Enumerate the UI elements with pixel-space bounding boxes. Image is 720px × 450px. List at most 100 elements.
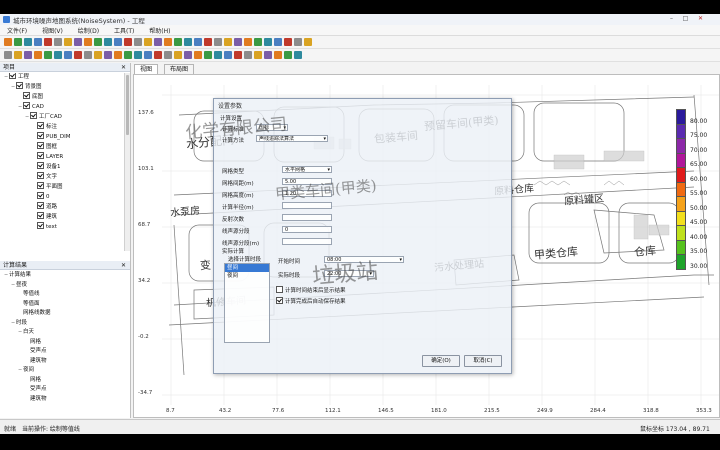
tree-item[interactable]: −昼夜 [11,281,27,289]
toolbar-button-icon[interactable] [4,38,12,46]
expand-icon[interactable]: − [25,113,29,121]
layer-checkbox[interactable] [37,172,44,179]
tree-item[interactable]: 底图 [18,92,43,101]
toolbar-button-icon[interactable] [4,51,12,59]
list-item[interactable]: 昼间 [225,264,269,272]
expand-icon[interactable]: − [4,73,8,81]
tree-item[interactable]: −白天 [18,328,34,336]
toolbar-button-icon[interactable] [24,51,32,59]
reflection-count-input[interactable] [282,214,332,221]
toolbar-button-icon[interactable] [144,51,152,59]
expand-icon[interactable]: − [11,319,15,327]
panel-close-icon[interactable]: ✕ [121,63,126,72]
tree-item[interactable]: 等值面 [18,300,40,308]
toolbar-button-icon[interactable] [164,38,172,46]
close-button[interactable]: ✕ [695,15,706,23]
tree-item[interactable]: 标注 [32,122,57,131]
toolbar-button-icon[interactable] [234,38,242,46]
tree-item[interactable]: 受声点 [25,347,47,355]
period-listbox[interactable]: 昼间 夜间 [224,263,270,343]
expand-icon[interactable]: − [18,366,22,374]
expand-icon[interactable]: − [11,83,15,91]
tree-item[interactable]: − 背景图 [11,82,42,91]
panel-close-icon[interactable]: ✕ [121,261,126,270]
toolbar-button-icon[interactable] [204,51,212,59]
toolbar-button-icon[interactable] [144,38,152,46]
toolbar-button-icon[interactable] [64,51,72,59]
tree-item[interactable]: 网格线数据 [18,309,51,317]
toolbar-button-icon[interactable] [194,51,202,59]
tree-item[interactable]: 建筑物 [25,395,47,403]
tree-item[interactable]: − 工厂CAD [25,112,62,121]
menu-tools[interactable]: 工具(T) [107,25,140,35]
tree-item[interactable]: 等值线 [18,290,40,298]
checkbox[interactable] [276,286,283,293]
toolbar-button-icon[interactable] [44,38,52,46]
tree-item[interactable]: 道路 [32,202,57,211]
layer-checkbox[interactable] [37,122,44,129]
toolbar-button-icon[interactable] [154,38,162,46]
layer-checkbox[interactable] [37,222,44,229]
toolbar-button-icon[interactable] [14,38,22,46]
tree-item[interactable]: 网格 [25,338,41,346]
tree-item[interactable]: 0 [32,192,50,201]
ok-button[interactable]: 确定(O) [422,355,460,367]
toolbar-button-icon[interactable] [214,51,222,59]
toolbar-button-icon[interactable] [74,51,82,59]
tree-item[interactable]: 平面图 [32,182,63,191]
segment-length-input[interactable] [282,238,332,245]
toolbar-button-icon[interactable] [224,38,232,46]
layer-checkbox[interactable] [37,142,44,149]
layer-checkbox[interactable] [37,202,44,209]
toolbar-button-icon[interactable] [64,38,72,46]
menu-file[interactable]: 文件(F) [0,25,33,35]
scrollbar-thumb[interactable] [126,75,129,135]
minimize-button[interactable]: – [666,15,677,23]
tree-item[interactable]: 建筑 [32,212,57,221]
toolbar-button-icon[interactable] [234,51,242,59]
tree-item[interactable]: 图框 [32,142,57,151]
toolbar-button-icon[interactable] [274,51,282,59]
layer-checkbox[interactable] [23,92,30,99]
toolbar-button-icon[interactable] [74,38,82,46]
expand-icon[interactable]: − [18,328,22,336]
toolbar-button-icon[interactable] [184,38,192,46]
tab-view[interactable]: 视图 [134,64,159,74]
tree-item[interactable]: 网格 [25,376,41,384]
toolbar-button-icon[interactable] [84,38,92,46]
toolbar-button-icon[interactable] [34,38,42,46]
toolbar-button-icon[interactable] [254,51,262,59]
layer-checkbox[interactable] [37,212,44,219]
tree-item[interactable]: PUB_DIM [32,132,70,141]
layer-checkbox[interactable] [37,132,44,139]
toolbar-button-icon[interactable] [184,51,192,59]
cancel-button[interactable]: 取消(C) [464,355,502,367]
tree-item[interactable]: LAYER [32,152,63,161]
toolbar-button-icon[interactable] [304,38,312,46]
toolbar-button-icon[interactable] [94,51,102,59]
layer-checkbox[interactable] [16,82,23,89]
layer-checkbox[interactable] [9,73,16,79]
toolbar-button-icon[interactable] [214,38,222,46]
toolbar-button-icon[interactable] [124,51,132,59]
toolbar-button-icon[interactable] [224,51,232,59]
maximize-button[interactable]: □ [680,15,691,23]
toolbar-button-icon[interactable] [114,51,122,59]
menu-view[interactable]: 视图(V) [35,25,69,35]
toolbar-button-icon[interactable] [164,51,172,59]
tree-item[interactable]: 建筑物 [25,357,47,365]
layer-checkbox[interactable] [37,152,44,159]
toolbar-button-icon[interactable] [104,38,112,46]
tree-item[interactable]: −计算结果 [4,271,31,279]
toolbar-button-icon[interactable] [114,38,122,46]
auto-save-option[interactable]: 计算完成后自动保存结果 [276,297,346,305]
expand-icon[interactable]: − [4,271,8,279]
layer-checkbox[interactable] [37,192,44,199]
tree-item[interactable]: 文字 [32,172,57,181]
toolbar-button-icon[interactable] [104,51,112,59]
toolbar-button-icon[interactable] [254,38,262,46]
layer-checkbox[interactable] [37,182,44,189]
toolbar-button-icon[interactable] [134,38,142,46]
toolbar-button-icon[interactable] [124,38,132,46]
tree-item[interactable]: − CAD [18,102,44,111]
